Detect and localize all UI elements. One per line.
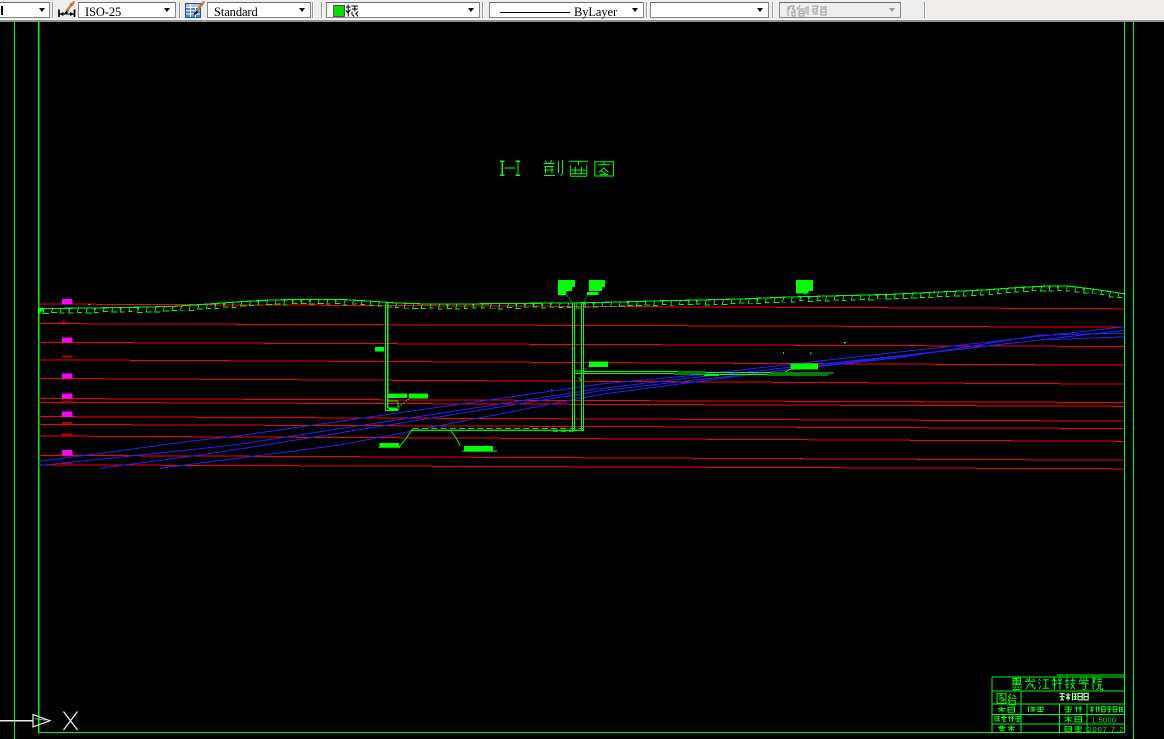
svg-text:1:5000: 1:5000 bbox=[1092, 716, 1117, 725]
svg-text:2007.7.2: 2007.7.2 bbox=[1087, 725, 1123, 734]
